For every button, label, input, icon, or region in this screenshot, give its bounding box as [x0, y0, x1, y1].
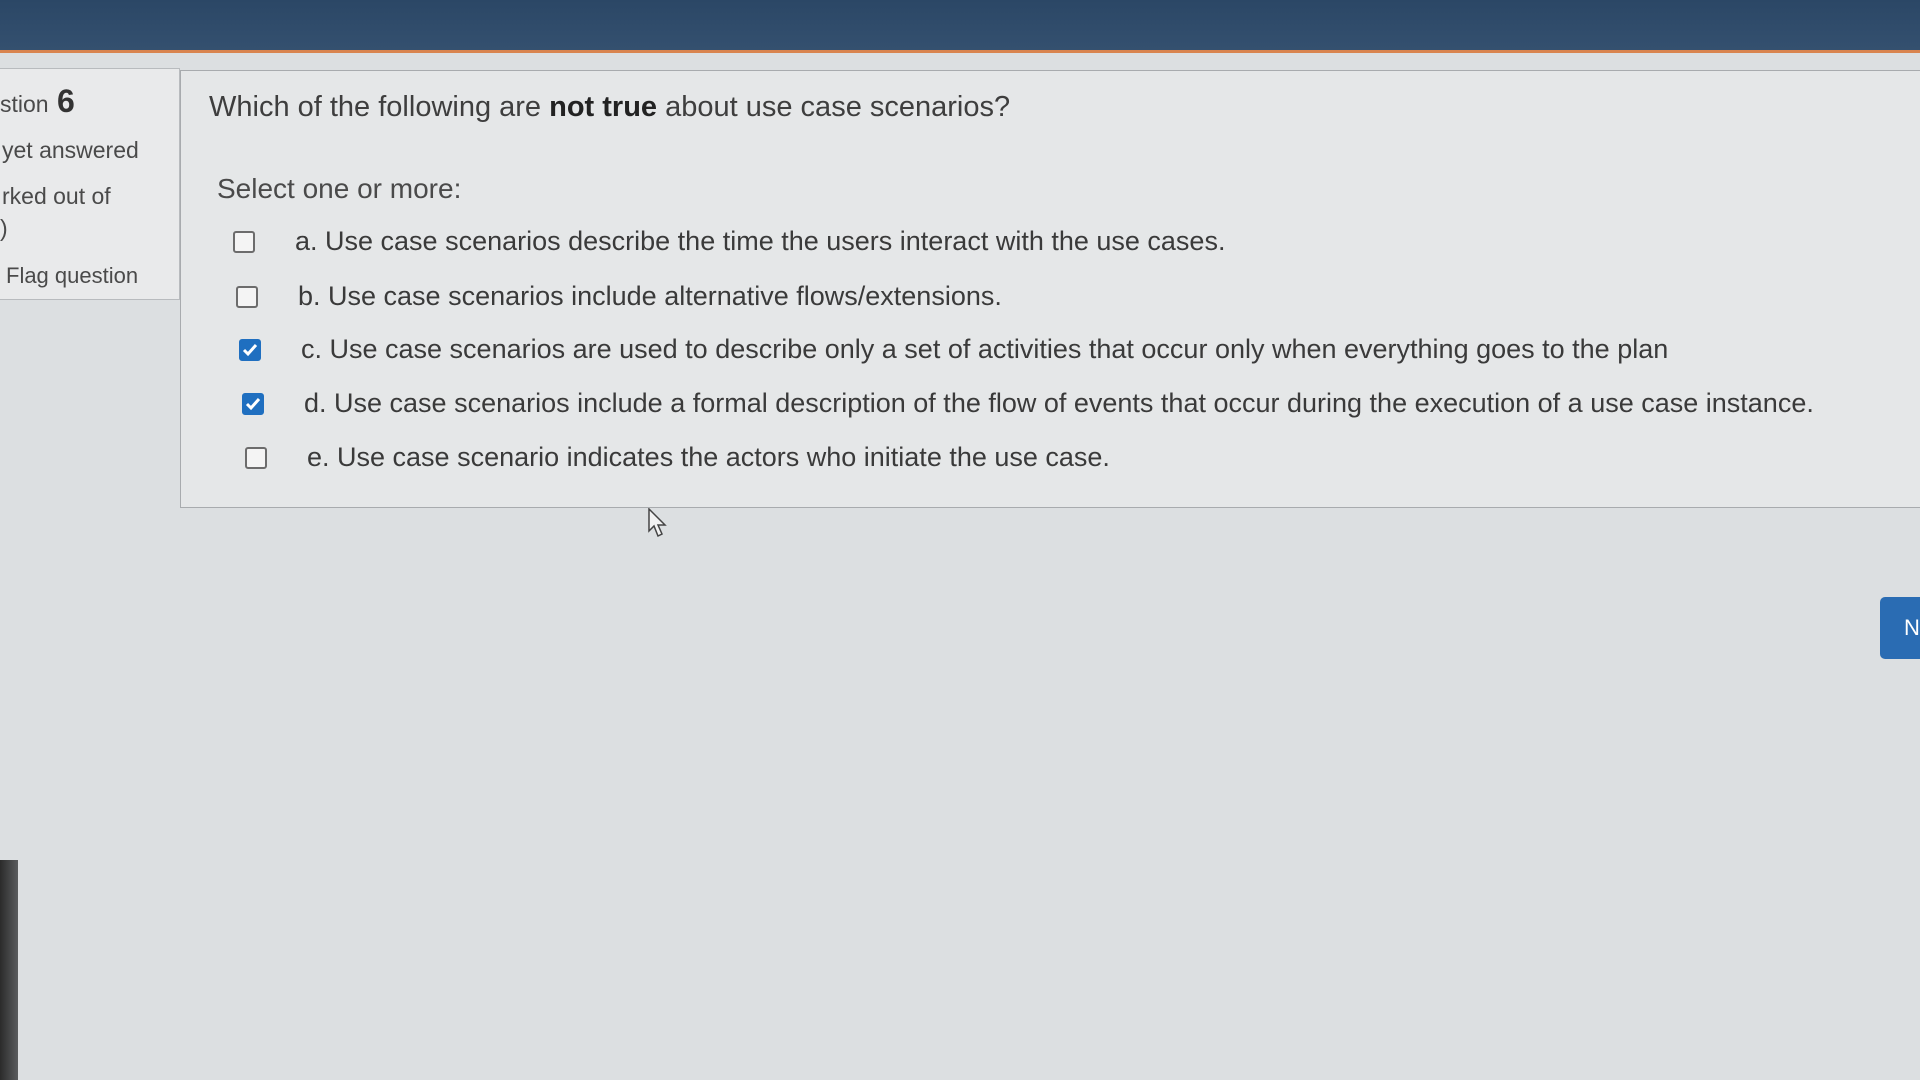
answer-option-b[interactable]: b. Use case scenarios include alternativ… — [236, 281, 1002, 312]
screen-edge — [0, 860, 18, 1080]
question-number: 6 — [56, 83, 75, 119]
question-number-label: stion 6 — [0, 83, 75, 120]
answer-option-d[interactable]: d. Use case scenarios include a formal d… — [242, 388, 1814, 419]
answer-option-a[interactable]: a. Use case scenarios describe the time … — [233, 226, 1225, 257]
marks-label: rked out of — [2, 183, 111, 209]
question-text-emphasis: not true — [549, 91, 658, 123]
mouse-pointer-icon — [648, 507, 670, 543]
flag-question-link[interactable]: Flag question — [6, 263, 138, 289]
checkbox-option-d[interactable] — [242, 392, 264, 415]
option-d-label: d. Use case scenarios include a formal d… — [304, 388, 1814, 418]
answer-option-e[interactable]: e. Use case scenario indicates the actor… — [245, 442, 1110, 473]
question-label-text: stion — [0, 91, 49, 117]
checkbox-option-a[interactable] — [233, 230, 255, 253]
question-text-end: about use case scenarios? — [657, 91, 1011, 123]
question-status: yet answered — [2, 137, 139, 163]
question-text: Which of the following are not true abou… — [209, 91, 1010, 124]
next-page-button[interactable]: N — [1880, 597, 1920, 659]
question-content-box: Which of the following are not true abou… — [180, 70, 1920, 508]
checkmark-icon — [245, 397, 261, 410]
question-info-panel: stion 6 yet answered rked out of ) Flag … — [0, 68, 180, 300]
answer-option-c[interactable]: c. Use case scenarios are used to descri… — [239, 334, 1668, 365]
question-text-start: Which of the following are — [209, 91, 550, 123]
checkbox-option-b[interactable] — [236, 285, 258, 308]
checkmark-icon — [242, 343, 258, 356]
option-e-label: e. Use case scenario indicates the actor… — [307, 442, 1110, 472]
option-c-label: c. Use case scenarios are used to descri… — [301, 334, 1669, 364]
marks-value: ) — [0, 215, 8, 241]
checkbox-option-c[interactable] — [239, 338, 261, 361]
option-a-label: a. Use case scenarios describe the time … — [295, 226, 1226, 256]
option-b-label: b. Use case scenarios include alternativ… — [298, 281, 1002, 311]
top-header-bar — [0, 0, 1920, 53]
checkbox-option-e[interactable] — [245, 446, 267, 469]
answer-prompt: Select one or more: — [217, 173, 462, 204]
